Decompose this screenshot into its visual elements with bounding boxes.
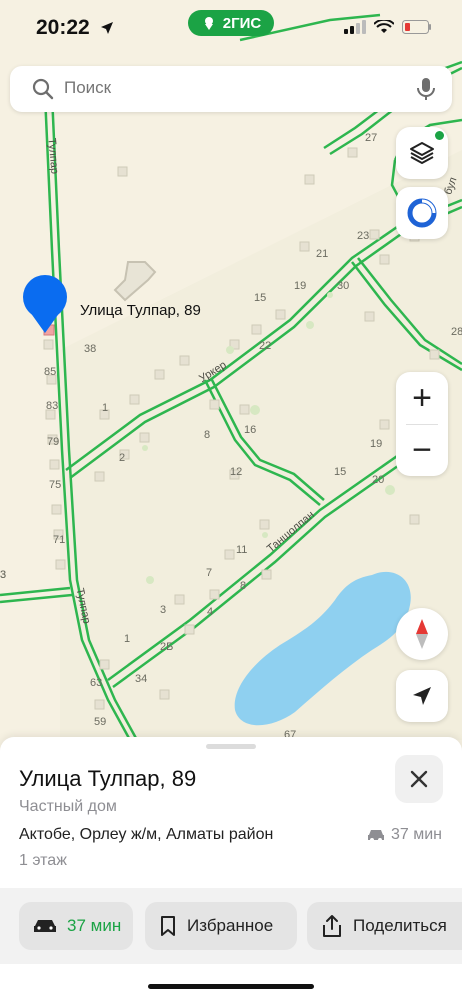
route-button[interactable]: 37 мин [19,902,133,950]
house-number: 59 [94,716,107,728]
house-number: 30 [337,280,350,292]
favorites-button[interactable]: Избранное [145,902,297,950]
status-time: 20:22 [36,16,114,40]
assistant-button[interactable] [396,187,448,239]
share-icon [323,915,341,937]
place-floors: 1 этаж [19,852,67,869]
house-number: 71 [53,534,66,546]
house-number: 27 [365,132,378,144]
search-bar[interactable] [10,66,452,112]
layers-status-dot [435,131,444,140]
brand-logo-icon [204,17,213,30]
close-icon [410,770,428,788]
route-label: 37 мин [67,916,122,935]
travel-time: 37 мин [367,826,442,844]
signal-icon [344,20,366,34]
bookmark-icon [161,916,175,936]
compass-button[interactable] [396,608,448,660]
home-indicator [148,984,314,989]
close-button[interactable] [395,755,443,803]
share-label: Поделиться [353,916,447,935]
search-icon [32,78,54,100]
house-number: 8 [204,429,211,441]
favorites-label: Избранное [187,916,274,935]
house-number: 1 [124,633,131,645]
place-title: Улица Тулпар, 89 [19,766,197,791]
house-number: 11 [236,544,248,556]
house-number: 15 [254,292,267,304]
house-number: 22 [259,340,272,352]
house-number: 12 [230,466,243,478]
car-icon [34,920,56,932]
pin-label: Улица Тулпар, 89 [80,302,201,319]
share-button[interactable]: Поделиться [307,902,462,950]
house-number: 38 [84,343,97,355]
house-number: 16 [244,424,257,436]
house-number: 34 [135,673,148,685]
brand-name: 2ГИС [222,14,262,32]
brand-badge[interactable]: 2ГИС [188,10,274,36]
search-input[interactable] [64,78,404,98]
house-number: 63 [90,677,103,689]
house-number: 4 [207,606,214,618]
house-number: 75 [49,479,62,491]
layers-icon [410,142,434,164]
house-number: 1 [102,402,109,414]
house-number: 2Б [160,641,174,653]
assistant-ring-icon [407,198,437,228]
house-number: 15 [334,466,347,478]
status-bar: 20:22 2ГИС [0,0,462,56]
house-number: 19 [370,438,383,450]
time-text: 20:22 [36,16,90,39]
place-address: Актобе, Орлеу ж/м, Алматы район [19,826,274,843]
microphone-icon[interactable] [416,77,436,101]
house-number: 85 [44,366,57,378]
battery-low-icon [402,20,431,34]
my-location-button[interactable] [396,670,448,722]
house-number: 8 [240,580,247,592]
zoom-out-button[interactable]: − [396,424,448,476]
house-number: 79 [47,436,60,448]
sheet-handle[interactable] [206,744,256,749]
system-icons [344,20,432,34]
navigation-arrow-icon [413,687,431,705]
location-arrow-icon [100,22,113,34]
house-number: 20 [372,474,385,486]
house-number: 28 [451,326,462,338]
wifi-icon [374,20,394,33]
house-number: 83 [46,400,59,412]
zoom-in-button[interactable]: + [396,372,448,424]
car-icon [367,830,384,842]
house-number: 2 [119,452,126,464]
house-number: 19 [294,280,307,292]
house-number: 23 [357,230,370,242]
zoom-control: + − [396,372,448,476]
layers-button[interactable] [396,127,448,179]
house-number: 21 [316,248,329,260]
house-number: 3 [0,569,7,581]
place-type: Частный дом [19,798,117,815]
compass-icon [416,619,428,649]
house-number: 3 [160,604,167,616]
house-number: 7 [206,567,213,579]
travel-time-text: 37 мин [390,826,442,843]
